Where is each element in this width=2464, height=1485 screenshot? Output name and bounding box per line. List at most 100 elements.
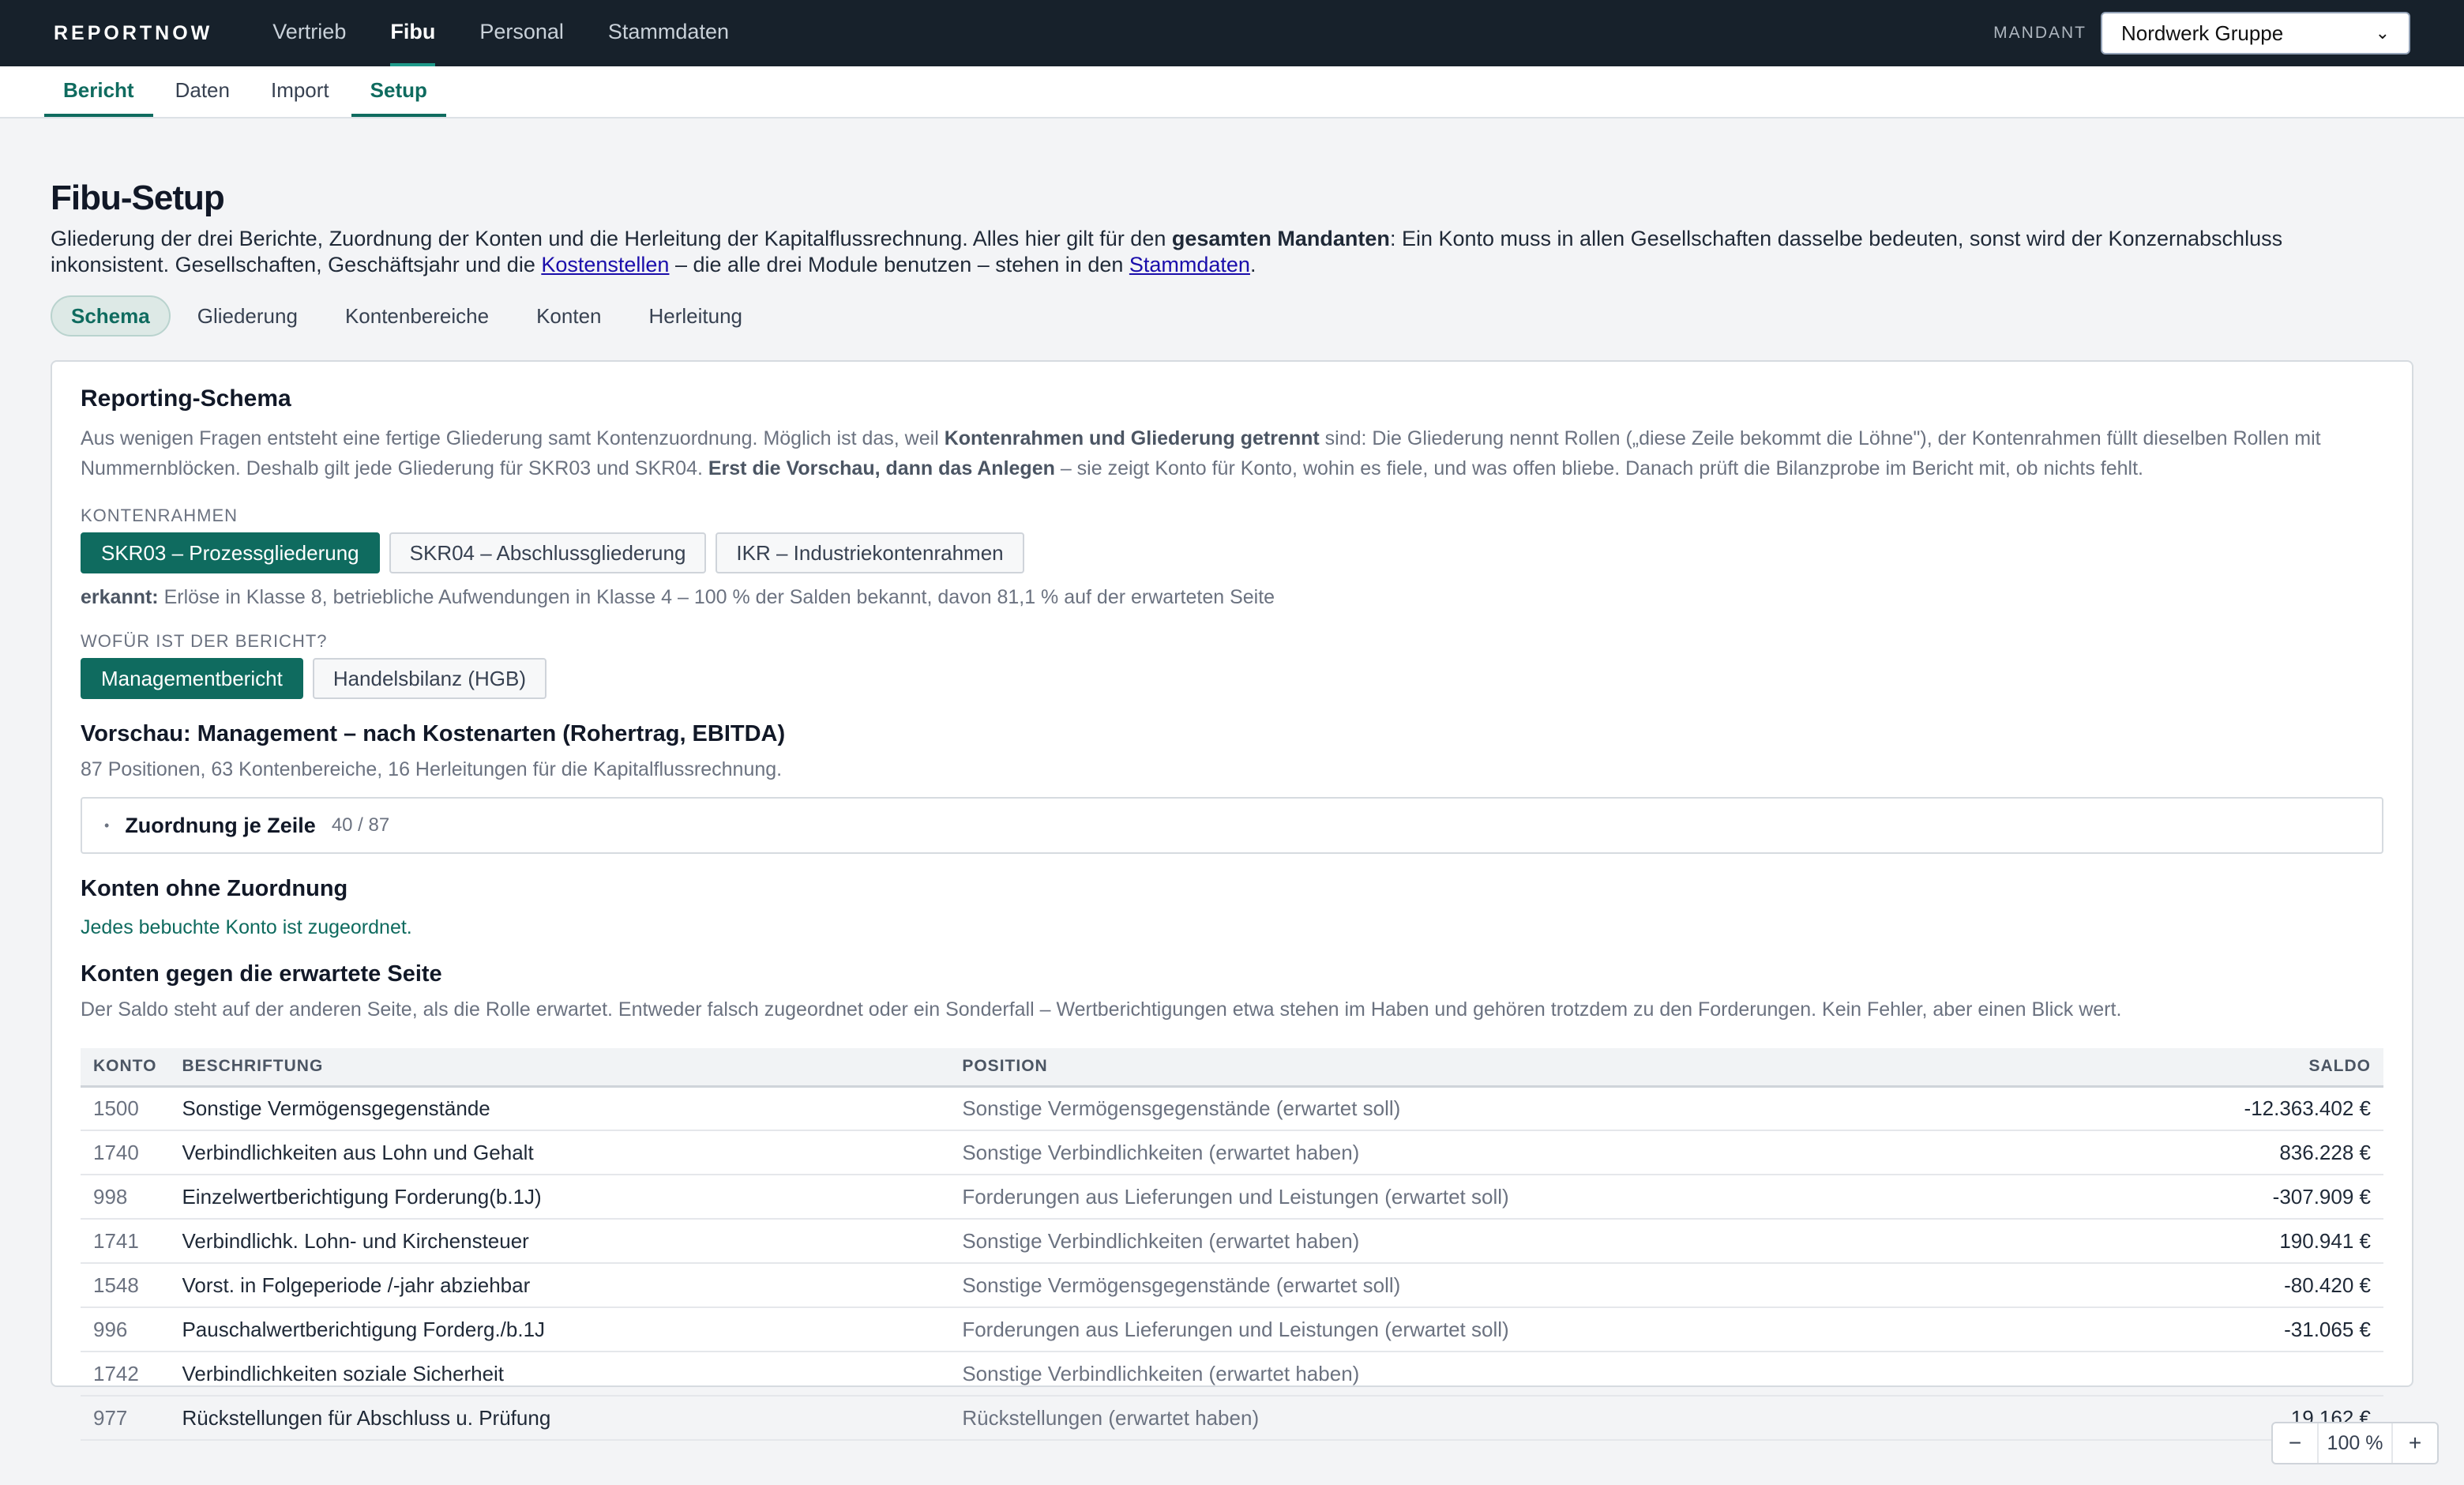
beschriftung-cell: Pauschalwertberichtigung Forderg./b.1J <box>169 1307 950 1352</box>
beschriftung-cell: Rückstellungen für Abschluss u. Prüfung <box>169 1396 950 1441</box>
ohne-zuordnung-title: Konten ohne Zuordnung <box>81 876 348 901</box>
saldo-cell: -12.363.402 € <box>2082 1086 2383 1131</box>
position-cell: Sonstige Verbindlichkeiten (erwartet hab… <box>949 1130 2083 1175</box>
table-header-row: KONTO BESCHRIFTUNG POSITION SALDO <box>81 1048 2383 1088</box>
beschriftung-cell: Sonstige Vermögensgegenstände <box>169 1086 950 1131</box>
schema-card: Reporting-Schema Aus wenigen Fragen ents… <box>51 360 2413 1441</box>
position-cell: Forderungen aus Lieferungen und Leistung… <box>949 1307 2083 1352</box>
mandant-select[interactable]: Nordwerk Gruppe ⌄ <box>2101 12 2410 55</box>
beschriftung-cell: Einzelwertberichtigung Forderung(b.1J) <box>169 1175 950 1220</box>
zuordnung-collapsible[interactable]: • Zuordnung je Zeile 40 / 87 <box>81 797 2383 854</box>
tab-gliederung[interactable]: Gliederung <box>177 295 318 336</box>
ohne-zuordnung-status: Jedes bebuchte Konto ist zugeordnet. <box>81 916 412 938</box>
table-row: 1740 Verbindlichkeiten aus Lohn und Gehal… <box>81 1130 2383 1175</box>
kostenstellen-link[interactable]: Kostenstellen <box>541 253 669 276</box>
saldo-cell: -31.065 € <box>2082 1307 2383 1352</box>
position-cell: Forderungen aus Lieferungen und Leistung… <box>949 1175 2083 1220</box>
beschriftung-cell: Vorst. in Folgeperiode /-jahr abziehbar <box>169 1263 950 1308</box>
page-intro: Gliederung der drei Berichte, Zuordnung … <box>51 226 2404 278</box>
saldo-cell: -307.909 € <box>2082 1175 2383 1220</box>
subnav-daten[interactable]: Daten <box>156 66 249 117</box>
desc-text: – sie zeigt Konto für Konto, wohin es fi… <box>1054 457 2143 479</box>
konto-cell: 998 <box>81 1175 170 1220</box>
table-row: 996 Pauschalwertberichtigung Forderg./b.1… <box>81 1307 2383 1352</box>
subnav-bericht[interactable]: Bericht <box>44 66 153 117</box>
konto-cell: 1500 <box>81 1086 170 1131</box>
beschriftung-cell: Verbindlichkeiten aus Lohn und Gehalt <box>169 1130 950 1175</box>
subnav-setup[interactable]: Setup <box>351 66 446 117</box>
erkannt-text: erkannt: Erlöse in Klasse 8, betrieblich… <box>81 586 2383 609</box>
position-cell: Rückstellungen (erwartet haben) <box>949 1396 2083 1441</box>
konto-cell: 1548 <box>81 1263 170 1308</box>
zoom-control: − 100 % + <box>2271 1422 2439 1464</box>
beschriftung-cell: Verbindlichkeiten soziale Sicherheit <box>169 1352 950 1397</box>
subnav-import[interactable]: Import <box>252 66 348 117</box>
tab-kontenbereiche[interactable]: Kontenbereiche <box>325 295 509 336</box>
desc-text: Aus wenigen Fragen entsteht eine fertige… <box>81 427 945 449</box>
col-beschriftung: BESCHRIFTUNG <box>169 1048 950 1088</box>
handelsbilanz-button[interactable]: Handelsbilanz (HGB) <box>312 658 547 699</box>
brand-logo: REPORTNOW <box>54 21 213 44</box>
intro-bold: gesamten Mandanten <box>1171 227 1390 250</box>
table-row: 1500 Sonstige Vermögensgegenstände Sonstig… <box>81 1086 2383 1131</box>
chevron-down-icon: ⌄ <box>2375 23 2390 43</box>
nav-item-personal[interactable]: Personal <box>479 0 564 66</box>
table-row: 977 Rückstellungen für Abschluss u. Prüfu… <box>81 1396 2383 1441</box>
zoom-out-button[interactable]: − <box>2273 1430 2317 1456</box>
kontenrahmen-options: SKR03 – Prozessgliederung SKR04 – Abschl… <box>81 532 2383 573</box>
nav-item-vertrieb[interactable]: Vertrieb <box>272 0 346 66</box>
konto-cell: 1741 <box>81 1219 170 1264</box>
zweck-label: WOFÜR IST DER BERICHT? <box>81 631 328 651</box>
main-content: Fibu-Setup Gliederung der drei Berichte,… <box>0 179 2464 1441</box>
position-cell: Sonstige Verbindlichkeiten (erwartet hab… <box>949 1219 2083 1264</box>
zoom-level: 100 % <box>2317 1423 2393 1463</box>
skr04-button[interactable]: SKR04 – Abschlussgliederung <box>389 532 707 573</box>
top-nav: Vertrieb Fibu Personal Stammdaten <box>272 0 773 66</box>
col-position: POSITION <box>949 1048 2083 1088</box>
skr03-button[interactable]: SKR03 – Prozessgliederung <box>81 532 380 573</box>
position-cell: Sonstige Vermögensgegenstände (erwartet … <box>949 1263 2083 1308</box>
position-cell: Sonstige Verbindlichkeiten (erwartet hab… <box>949 1352 2083 1397</box>
col-konto: KONTO <box>81 1048 170 1088</box>
gegen-seite-title: Konten gegen die erwartete Seite <box>81 961 442 987</box>
konten-table: KONTO BESCHRIFTUNG POSITION SALDO 1500 So… <box>81 1048 2383 1441</box>
nav-item-stammdaten[interactable]: Stammdaten <box>608 0 729 66</box>
intro-text: Gliederung der drei Berichte, Zuordnung … <box>51 227 1172 250</box>
tab-konten[interactable]: Konten <box>516 295 622 336</box>
table-row: 1742 Verbindlichkeiten soziale Sicherheit… <box>81 1352 2383 1397</box>
mandant-value: Nordwerk Gruppe <box>2121 21 2284 45</box>
saldo-cell: -80.420 € <box>2082 1263 2383 1308</box>
saldo-cell: 836.228 € <box>2082 1130 2383 1175</box>
table-row: 1548 Vorst. in Folgeperiode /-jahr abzieh… <box>81 1263 2383 1308</box>
preview-stats: 87 Positionen, 63 Kontenbereiche, 16 Her… <box>81 758 783 780</box>
erkannt-detail: Erlöse in Klasse 8, betriebliche Aufwend… <box>158 586 1275 608</box>
stammdaten-link[interactable]: Stammdaten <box>1129 253 1250 276</box>
preview-title: Vorschau: Management – nach Kostenarten … <box>81 721 786 746</box>
saldo-cell <box>2082 1352 2383 1397</box>
konto-cell: 1742 <box>81 1352 170 1397</box>
konto-cell: 977 <box>81 1396 170 1441</box>
schema-title: Reporting-Schema <box>81 385 291 412</box>
zoom-in-button[interactable]: + <box>2393 1430 2437 1456</box>
setup-tabs: Schema Gliederung Kontenbereiche Konten … <box>51 295 2413 336</box>
schema-description: Aus wenigen Fragen entsteht eine fertige… <box>81 423 2383 483</box>
erkannt-label: erkannt: <box>81 586 159 608</box>
kontenrahmen-label: KONTENRAHMEN <box>81 506 239 525</box>
table-row: 998 Einzelwertberichtigung Forderung(b.1J… <box>81 1175 2383 1220</box>
zweck-options: Managementbericht Handelsbilanz (HGB) <box>81 658 2383 699</box>
managementbericht-button[interactable]: Managementbericht <box>81 658 303 699</box>
beschriftung-cell: Verbindlichk. Lohn- und Kirchensteuer <box>169 1219 950 1264</box>
page-title: Fibu-Setup <box>51 179 225 217</box>
intro-text: . <box>1249 253 1256 276</box>
sub-nav: Bericht Daten Import Setup <box>0 66 2464 118</box>
ikr-button[interactable]: IKR – Industriekontenrahmen <box>716 532 1024 573</box>
tab-schema[interactable]: Schema <box>51 295 171 336</box>
tab-herleitung[interactable]: Herleitung <box>628 295 763 336</box>
position-cell: Sonstige Vermögensgegenstände (erwartet … <box>949 1086 2083 1131</box>
nav-item-fibu[interactable]: Fibu <box>390 0 436 66</box>
top-bar: REPORTNOW Vertrieb Fibu Personal Stammda… <box>0 0 2464 66</box>
col-saldo: SALDO <box>2082 1048 2383 1088</box>
konto-cell: 1740 <box>81 1130 170 1175</box>
mandant-label: MANDANT <box>1993 24 2087 42</box>
desc-bold: Erst die Vorschau, dann das Anlegen <box>708 457 1055 479</box>
